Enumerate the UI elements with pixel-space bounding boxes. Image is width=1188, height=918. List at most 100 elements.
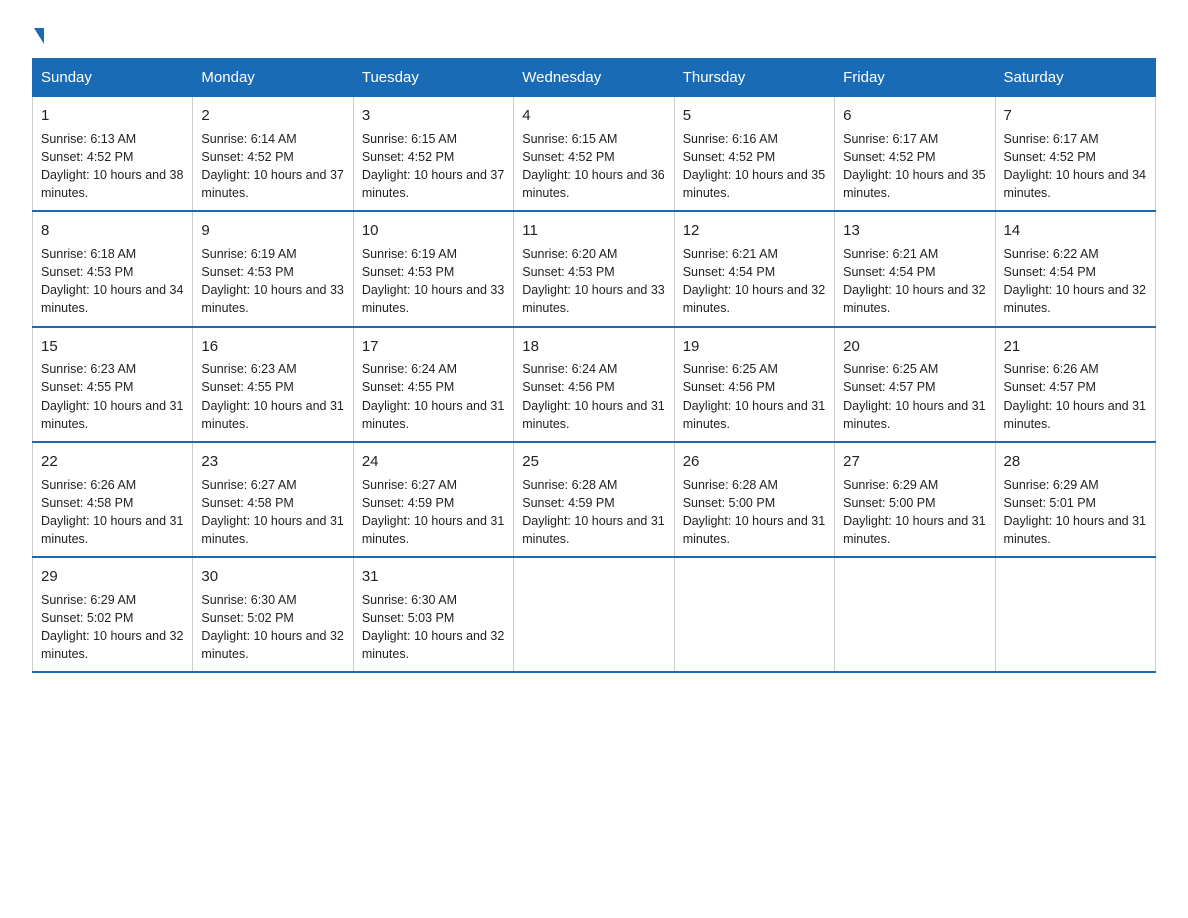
day-number: 27 xyxy=(843,451,986,473)
day-info: Sunrise: 6:26 AMSunset: 4:58 PMDaylight:… xyxy=(41,478,183,546)
calendar-cell: 2 Sunrise: 6:14 AMSunset: 4:52 PMDaylight… xyxy=(193,97,353,212)
calendar-table: SundayMondayTuesdayWednesdayThursdayFrid… xyxy=(32,58,1156,673)
calendar-cell xyxy=(674,557,834,672)
day-number: 29 xyxy=(41,566,184,588)
calendar-cell: 8 Sunrise: 6:18 AMSunset: 4:53 PMDaylight… xyxy=(33,211,193,326)
day-info: Sunrise: 6:17 AMSunset: 4:52 PMDaylight:… xyxy=(843,132,985,200)
calendar-cell: 5Sunrise: 6:16 AMSunset: 4:52 PMDaylight… xyxy=(674,97,834,212)
day-info: Sunrise: 6:13 AMSunset: 4:52 PMDaylight:… xyxy=(41,132,183,200)
day-number: 28 xyxy=(1004,451,1147,473)
calendar-cell: 11 Sunrise: 6:20 AMSunset: 4:53 PMDayligh… xyxy=(514,211,674,326)
day-number: 17 xyxy=(362,336,505,358)
day-number: 4 xyxy=(522,105,665,127)
calendar-cell: 17 Sunrise: 6:24 AMSunset: 4:55 PMDayligh… xyxy=(353,327,513,442)
calendar-header-thursday: Thursday xyxy=(674,59,834,97)
day-info: Sunrise: 6:22 AMSunset: 4:54 PMDaylight:… xyxy=(1004,247,1146,315)
calendar-cell: 9Sunrise: 6:19 AMSunset: 4:53 PMDaylight… xyxy=(193,211,353,326)
day-info: Sunrise: 6:19 AMSunset: 4:53 PMDaylight:… xyxy=(362,247,504,315)
day-number: 19 xyxy=(683,336,826,358)
calendar-header-row: SundayMondayTuesdayWednesdayThursdayFrid… xyxy=(33,59,1156,97)
day-info: Sunrise: 6:18 AMSunset: 4:53 PMDaylight:… xyxy=(41,247,183,315)
day-info: Sunrise: 6:27 AMSunset: 4:58 PMDaylight:… xyxy=(201,478,343,546)
day-number: 20 xyxy=(843,336,986,358)
calendar-cell: 27Sunrise: 6:29 AMSunset: 5:00 PMDayligh… xyxy=(835,442,995,557)
day-number: 30 xyxy=(201,566,344,588)
day-number: 14 xyxy=(1004,220,1147,242)
day-number: 8 xyxy=(41,220,184,242)
calendar-cell: 22 Sunrise: 6:26 AMSunset: 4:58 PMDayligh… xyxy=(33,442,193,557)
day-info: Sunrise: 6:28 AMSunset: 4:59 PMDaylight:… xyxy=(522,478,664,546)
calendar-cell: 29 Sunrise: 6:29 AMSunset: 5:02 PMDayligh… xyxy=(33,557,193,672)
calendar-cell: 20 Sunrise: 6:25 AMSunset: 4:57 PMDayligh… xyxy=(835,327,995,442)
day-number: 12 xyxy=(683,220,826,242)
day-info: Sunrise: 6:30 AMSunset: 5:02 PMDaylight:… xyxy=(201,593,343,661)
calendar-cell xyxy=(514,557,674,672)
day-number: 22 xyxy=(41,451,184,473)
day-number: 15 xyxy=(41,336,184,358)
calendar-cell: 19 Sunrise: 6:25 AMSunset: 4:56 PMDayligh… xyxy=(674,327,834,442)
day-info: Sunrise: 6:21 AMSunset: 4:54 PMDaylight:… xyxy=(683,247,825,315)
day-info: Sunrise: 6:21 AMSunset: 4:54 PMDaylight:… xyxy=(843,247,985,315)
calendar-cell: 13 Sunrise: 6:21 AMSunset: 4:54 PMDayligh… xyxy=(835,211,995,326)
day-number: 1 xyxy=(41,105,184,127)
day-info: Sunrise: 6:15 AMSunset: 4:52 PMDaylight:… xyxy=(522,132,664,200)
calendar-cell: 21 Sunrise: 6:26 AMSunset: 4:57 PMDayligh… xyxy=(995,327,1155,442)
calendar-cell xyxy=(995,557,1155,672)
calendar-header-sunday: Sunday xyxy=(33,59,193,97)
calendar-header-saturday: Saturday xyxy=(995,59,1155,97)
calendar-week-row: 22 Sunrise: 6:26 AMSunset: 4:58 PMDayligh… xyxy=(33,442,1156,557)
day-info: Sunrise: 6:23 AMSunset: 4:55 PMDaylight:… xyxy=(201,362,343,430)
day-number: 26 xyxy=(683,451,826,473)
calendar-cell: 14 Sunrise: 6:22 AMSunset: 4:54 PMDayligh… xyxy=(995,211,1155,326)
calendar-cell: 31 Sunrise: 6:30 AMSunset: 5:03 PMDayligh… xyxy=(353,557,513,672)
day-info: Sunrise: 6:27 AMSunset: 4:59 PMDaylight:… xyxy=(362,478,504,546)
day-number: 24 xyxy=(362,451,505,473)
day-number: 7 xyxy=(1004,105,1147,127)
day-number: 31 xyxy=(362,566,505,588)
day-number: 3 xyxy=(362,105,505,127)
day-number: 21 xyxy=(1004,336,1147,358)
day-number: 11 xyxy=(522,220,665,242)
day-number: 9 xyxy=(201,220,344,242)
day-info: Sunrise: 6:23 AMSunset: 4:55 PMDaylight:… xyxy=(41,362,183,430)
day-info: Sunrise: 6:20 AMSunset: 4:53 PMDaylight:… xyxy=(522,247,664,315)
day-info: Sunrise: 6:29 AMSunset: 5:01 PMDaylight:… xyxy=(1004,478,1146,546)
day-number: 2 xyxy=(201,105,344,127)
day-info: Sunrise: 6:28 AMSunset: 5:00 PMDaylight:… xyxy=(683,478,825,546)
day-number: 13 xyxy=(843,220,986,242)
calendar-cell: 28 Sunrise: 6:29 AMSunset: 5:01 PMDayligh… xyxy=(995,442,1155,557)
day-info: Sunrise: 6:29 AMSunset: 5:02 PMDaylight:… xyxy=(41,593,183,661)
day-info: Sunrise: 6:25 AMSunset: 4:57 PMDaylight:… xyxy=(843,362,985,430)
calendar-cell: 1 Sunrise: 6:13 AMSunset: 4:52 PMDaylight… xyxy=(33,97,193,212)
calendar-cell: 16 Sunrise: 6:23 AMSunset: 4:55 PMDayligh… xyxy=(193,327,353,442)
calendar-cell: 6 Sunrise: 6:17 AMSunset: 4:52 PMDaylight… xyxy=(835,97,995,212)
day-info: Sunrise: 6:26 AMSunset: 4:57 PMDaylight:… xyxy=(1004,362,1146,430)
calendar-week-row: 15 Sunrise: 6:23 AMSunset: 4:55 PMDayligh… xyxy=(33,327,1156,442)
calendar-cell: 23Sunrise: 6:27 AMSunset: 4:58 PMDayligh… xyxy=(193,442,353,557)
day-number: 25 xyxy=(522,451,665,473)
calendar-cell: 25 Sunrise: 6:28 AMSunset: 4:59 PMDayligh… xyxy=(514,442,674,557)
calendar-header-friday: Friday xyxy=(835,59,995,97)
day-info: Sunrise: 6:30 AMSunset: 5:03 PMDaylight:… xyxy=(362,593,504,661)
calendar-cell: 7 Sunrise: 6:17 AMSunset: 4:52 PMDaylight… xyxy=(995,97,1155,212)
day-info: Sunrise: 6:24 AMSunset: 4:56 PMDaylight:… xyxy=(522,362,664,430)
day-number: 6 xyxy=(843,105,986,127)
day-info: Sunrise: 6:25 AMSunset: 4:56 PMDaylight:… xyxy=(683,362,825,430)
day-info: Sunrise: 6:17 AMSunset: 4:52 PMDaylight:… xyxy=(1004,132,1146,200)
calendar-cell xyxy=(835,557,995,672)
calendar-cell: 3Sunrise: 6:15 AMSunset: 4:52 PMDaylight… xyxy=(353,97,513,212)
day-info: Sunrise: 6:14 AMSunset: 4:52 PMDaylight:… xyxy=(201,132,343,200)
calendar-cell: 15 Sunrise: 6:23 AMSunset: 4:55 PMDayligh… xyxy=(33,327,193,442)
day-number: 5 xyxy=(683,105,826,127)
day-number: 10 xyxy=(362,220,505,242)
calendar-cell: 26 Sunrise: 6:28 AMSunset: 5:00 PMDayligh… xyxy=(674,442,834,557)
logo xyxy=(32,24,44,42)
calendar-cell: 12 Sunrise: 6:21 AMSunset: 4:54 PMDayligh… xyxy=(674,211,834,326)
calendar-cell: 18 Sunrise: 6:24 AMSunset: 4:56 PMDayligh… xyxy=(514,327,674,442)
day-number: 16 xyxy=(201,336,344,358)
calendar-header-tuesday: Tuesday xyxy=(353,59,513,97)
calendar-header-monday: Monday xyxy=(193,59,353,97)
day-number: 18 xyxy=(522,336,665,358)
day-info: Sunrise: 6:24 AMSunset: 4:55 PMDaylight:… xyxy=(362,362,504,430)
calendar-cell: 24 Sunrise: 6:27 AMSunset: 4:59 PMDayligh… xyxy=(353,442,513,557)
